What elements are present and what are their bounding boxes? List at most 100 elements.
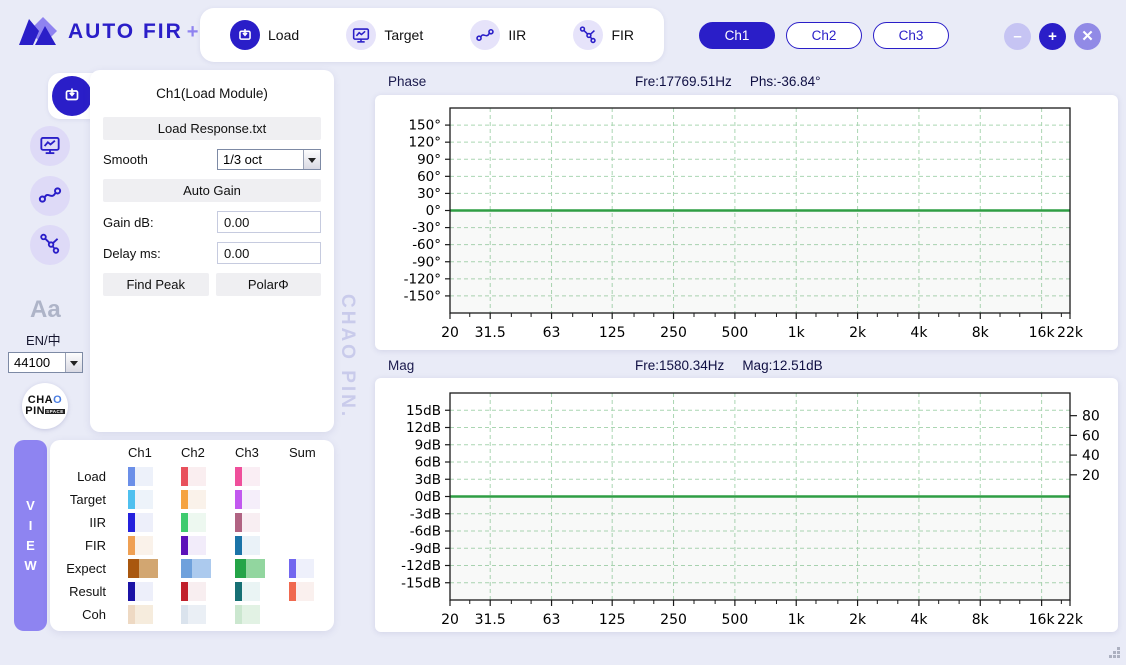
svg-text:60: 60 (1082, 428, 1100, 444)
legend-swatch[interactable] (181, 488, 235, 511)
mag-chart-title: Mag (388, 358, 414, 373)
view-button-letter: V (26, 498, 35, 513)
legend-swatch[interactable] (289, 580, 334, 603)
svg-text:125: 125 (599, 325, 626, 341)
legend-swatch[interactable] (289, 534, 334, 557)
legend-swatch[interactable] (128, 488, 181, 511)
legend-swatch[interactable] (235, 534, 289, 557)
legend-swatch[interactable] (235, 511, 289, 534)
legend-swatch-tint (242, 536, 260, 555)
svg-text:-15dB: -15dB (401, 575, 441, 591)
channel-ch3-button[interactable]: Ch3 (873, 22, 949, 49)
legend-swatch-bar (235, 513, 242, 532)
svg-text:15dB: 15dB (406, 403, 441, 419)
legend-swatch[interactable] (181, 580, 235, 603)
legend-swatch[interactable] (128, 580, 181, 603)
tab-target[interactable]: Target (346, 20, 423, 50)
tab-load[interactable]: Load (230, 20, 299, 50)
sidebar-item-iir[interactable] (30, 176, 70, 216)
smooth-select[interactable]: 1/3 oct (217, 149, 321, 170)
svg-text:20: 20 (441, 325, 459, 341)
mag-chart[interactable]: 15dB12dB9dB6dB3dB0dB-3dB-6dB-9dB-12dB-15… (375, 378, 1118, 632)
legend-row-label[interactable]: Coh (58, 603, 128, 626)
legend-column-header[interactable]: Ch3 (235, 445, 289, 465)
close-button[interactable]: ✕ (1074, 23, 1101, 50)
legend-swatch[interactable] (181, 557, 235, 580)
minimize-button[interactable]: – (1004, 23, 1031, 50)
sidebar-item-target[interactable] (30, 126, 70, 166)
polar-phi-button[interactable]: PolarΦ (216, 273, 322, 296)
delay-ms-field[interactable] (217, 242, 321, 264)
legend-row-label[interactable]: IIR (58, 511, 128, 534)
samplerate-select[interactable]: 44100 (8, 352, 83, 373)
svg-text:125: 125 (599, 612, 626, 628)
svg-text:-3dB: -3dB (410, 506, 441, 522)
add-button[interactable]: + (1039, 23, 1066, 50)
phase-chart[interactable]: 150°120°90°60°30°0°-30°-60°-90°-120°-150… (375, 95, 1118, 350)
svg-text:40: 40 (1082, 448, 1100, 464)
legend-swatch-tint (188, 536, 206, 555)
channel-ch2-button[interactable]: Ch2 (786, 22, 862, 49)
legend-swatch[interactable] (235, 603, 289, 626)
legend-swatch[interactable] (128, 465, 181, 488)
svg-text:-120°: -120° (404, 271, 441, 287)
legend-swatch[interactable] (181, 534, 235, 557)
svg-text:500: 500 (722, 325, 749, 341)
auto-gain-button[interactable]: Auto Gain (103, 179, 321, 202)
legend-swatch[interactable] (235, 488, 289, 511)
legend-swatch[interactable] (235, 557, 289, 580)
tab-target-label: Target (384, 27, 423, 43)
sidebar-item-load[interactable] (52, 76, 92, 116)
svg-text:12dB: 12dB (406, 420, 441, 436)
legend-swatch[interactable] (235, 465, 289, 488)
tab-iir[interactable]: IIR (470, 20, 526, 50)
load-response-button[interactable]: Load Response.txt (103, 117, 321, 140)
phase-cursor-readout: Fre:17769.51Hz Phs:-36.84° (635, 74, 821, 89)
samplerate-value: 44100 (9, 353, 65, 372)
legend-column-header[interactable]: Ch2 (181, 445, 235, 465)
tab-load-label: Load (268, 27, 299, 43)
legend-swatch[interactable] (128, 511, 181, 534)
legend-swatch[interactable] (289, 603, 334, 626)
legend-row-label[interactable]: FIR (58, 534, 128, 557)
legend-row-label[interactable]: Expect (58, 557, 128, 580)
resize-grip-icon[interactable] (1106, 644, 1121, 662)
legend-swatch[interactable] (128, 557, 181, 580)
module-tabbar: Load Target IIR FIR (200, 8, 664, 62)
tab-fir[interactable]: FIR (573, 20, 634, 50)
legend-swatch[interactable] (181, 511, 235, 534)
legend-swatch[interactable] (289, 557, 334, 580)
legend-row-label[interactable]: Result (58, 580, 128, 603)
legend-swatch[interactable] (235, 580, 289, 603)
legend-column-header[interactable]: Ch1 (128, 445, 181, 465)
legend-swatch[interactable] (289, 465, 334, 488)
gain-db-field[interactable] (217, 211, 321, 233)
legend-swatch[interactable] (289, 488, 334, 511)
legend-row-label[interactable]: Target (58, 488, 128, 511)
svg-text:250: 250 (660, 325, 687, 341)
smooth-value: 1/3 oct (218, 150, 303, 169)
legend-row-label[interactable]: Load (58, 465, 128, 488)
svg-text:6dB: 6dB (415, 455, 441, 471)
legend-swatch[interactable] (289, 511, 334, 534)
legend-swatch[interactable] (181, 465, 235, 488)
brand-title: AUTO FIR (68, 20, 183, 44)
channel-ch1-button[interactable]: Ch1 (699, 22, 775, 49)
legend-swatch-tint (139, 559, 158, 578)
font-size-button[interactable]: Aa (30, 296, 61, 324)
view-button[interactable]: VIEW (14, 440, 47, 631)
sidebar-item-fir[interactable] (30, 225, 70, 265)
legend-swatch[interactable] (128, 534, 181, 557)
chaopin-watermark: CHAO PIN. (336, 294, 358, 419)
svg-text:4k: 4k (910, 325, 928, 341)
language-toggle[interactable]: EN/中 (26, 330, 61, 349)
find-peak-button[interactable]: Find Peak (103, 273, 209, 296)
legend-swatch[interactable] (181, 603, 235, 626)
svg-text:8k: 8k (972, 325, 990, 341)
legend-swatch[interactable] (128, 603, 181, 626)
legend-swatch-bar (235, 559, 246, 578)
legend-column-header[interactable]: Sum (289, 445, 334, 465)
legend-swatch-tint (192, 559, 211, 578)
chaopin-logo[interactable]: CHAO PINSPACE (22, 383, 68, 429)
svg-text:0dB: 0dB (415, 489, 441, 505)
